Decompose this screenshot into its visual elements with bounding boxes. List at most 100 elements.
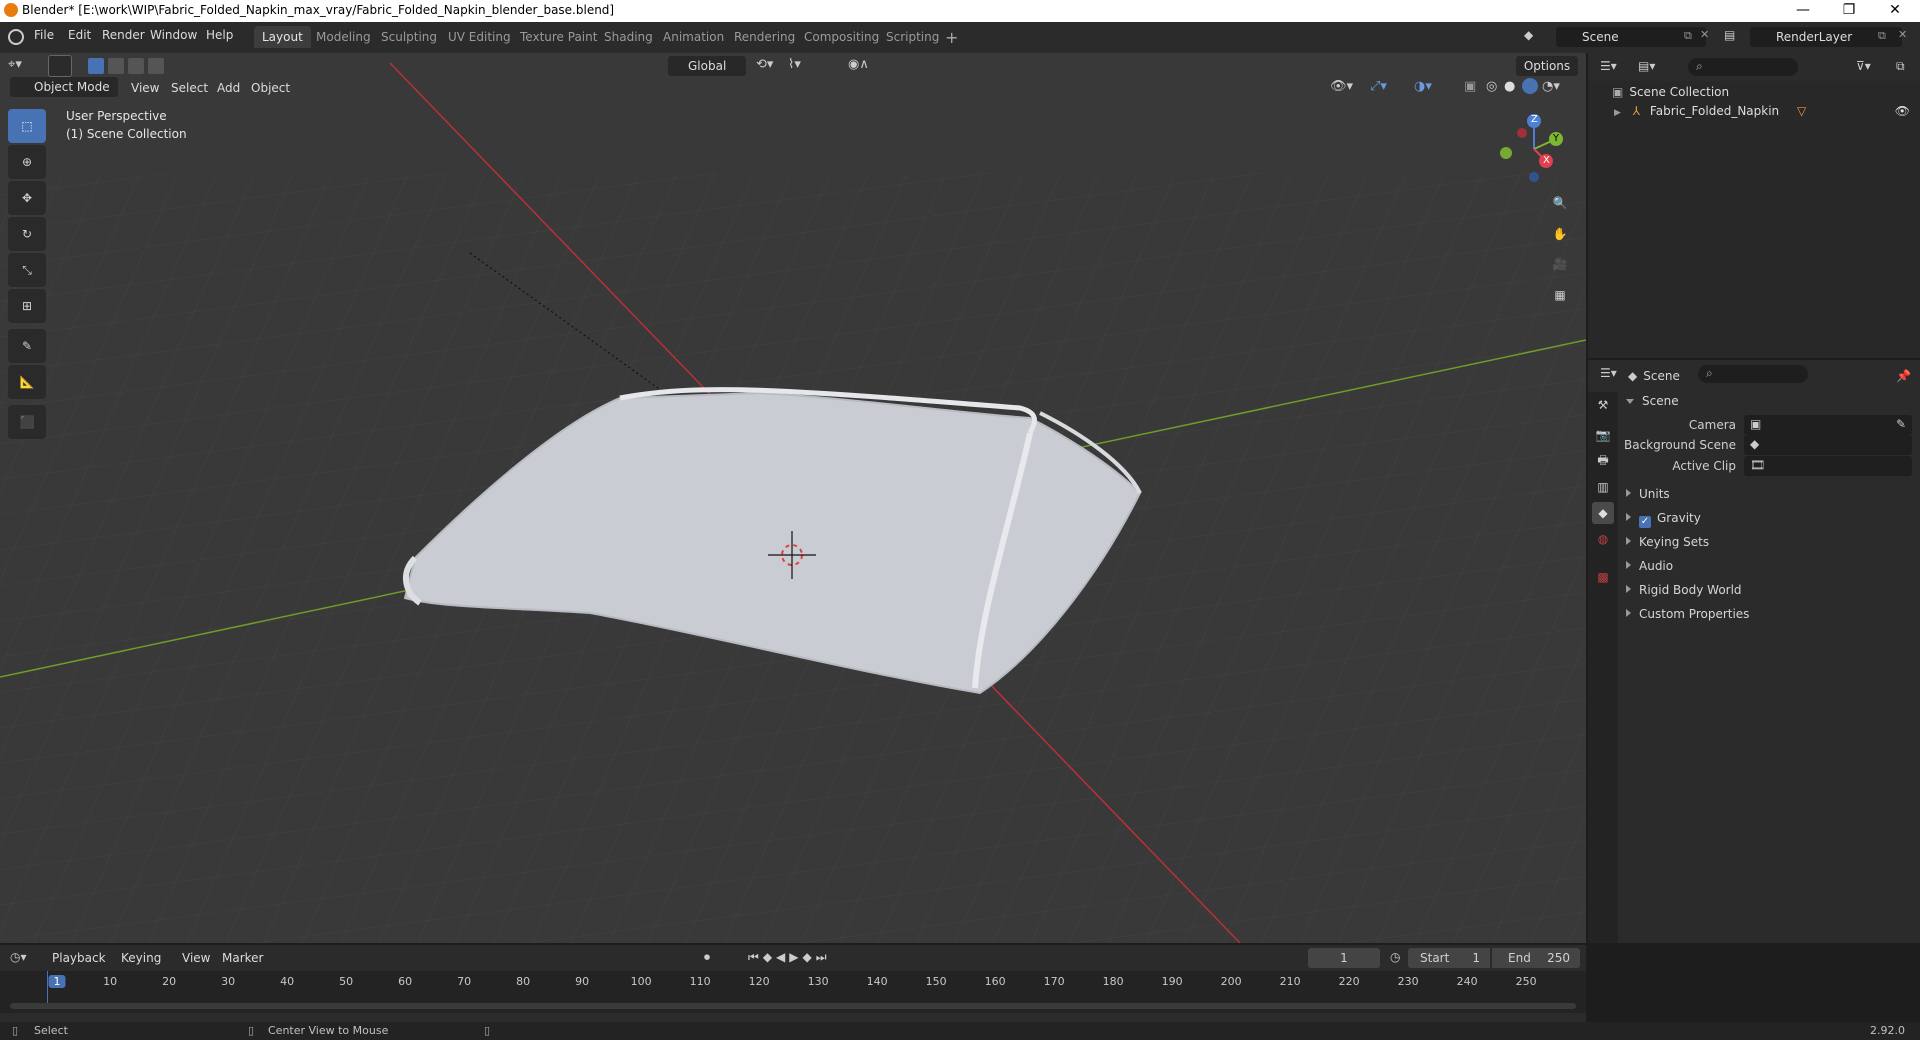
outliner-search-input[interactable]: ⌕ (1688, 58, 1798, 76)
proportional-edit-icon[interactable]: ◉∧ (848, 57, 869, 72)
tab-scripting[interactable]: Scripting (878, 26, 947, 48)
menu-timeline-view[interactable]: View (182, 951, 210, 965)
gravity-panel[interactable]: ✓ Gravity (1626, 511, 1701, 528)
gizmo-icon[interactable]: ⤢▾ (1370, 79, 1387, 94)
select-subtract-icon[interactable] (128, 58, 144, 74)
jump-start-icon[interactable]: ⏮ (748, 950, 763, 964)
display-mode-icon[interactable]: ▤▾ (1638, 59, 1655, 73)
annotate-tool-icon[interactable]: ✎ (8, 329, 46, 363)
mesh-data-icon[interactable]: ▽ (1797, 104, 1806, 118)
object-mode-dropdown[interactable]: Object Mode (10, 77, 118, 97)
audio-panel[interactable]: Audio (1626, 559, 1673, 573)
background-scene-field[interactable]: ◆ (1744, 435, 1912, 455)
rotate-tool-icon[interactable]: ↻ (8, 217, 46, 251)
scene-icon[interactable]: ◆ (1524, 28, 1544, 46)
jump-end-icon[interactable]: ⏭ (816, 950, 831, 964)
close-button[interactable]: ✕ (1872, 0, 1918, 22)
world-tab-icon[interactable]: ◍ (1592, 528, 1614, 550)
menu-add[interactable]: Add (217, 81, 240, 95)
blender-menu-icon[interactable] (8, 29, 24, 45)
outliner-item-napkin[interactable]: ▶ ⅄ Fabric_Folded_Napkin ▽ 👁 (1614, 104, 1910, 118)
select-box-tool-icon[interactable]: ⬚ (8, 109, 46, 143)
scene-collection-row[interactable]: ▣ Scene Collection (1612, 85, 1729, 99)
scene-panel-header[interactable]: Scene (1626, 394, 1679, 408)
menu-edit[interactable]: Edit (68, 28, 91, 42)
rendered-shading-icon[interactable]: ◔▾ (1542, 79, 1560, 94)
camera-field[interactable]: ▣ ✎ (1744, 415, 1912, 435)
menu-select[interactable]: Select (171, 81, 208, 95)
camera-view-icon[interactable]: 🎥 (1547, 251, 1573, 277)
menu-playback[interactable]: Playback (52, 951, 106, 965)
pin-icon[interactable]: 📌 (1896, 369, 1911, 383)
gizmo-neg-y-icon[interactable] (1500, 147, 1512, 159)
ortho-grid-icon[interactable]: ▦ (1547, 282, 1573, 308)
editor-type-icon[interactable]: ⌖▾ (8, 57, 36, 77)
expand-arrow-icon[interactable]: ▶ (1614, 108, 1621, 118)
options-dropdown[interactable]: Options (1516, 56, 1578, 76)
delete-view-layer-icon[interactable]: ✕ (1898, 28, 1907, 41)
tab-compositing[interactable]: Compositing (796, 26, 887, 48)
tab-texture-paint[interactable]: Texture Paint (512, 26, 605, 48)
menu-marker[interactable]: Marker (222, 951, 263, 965)
next-keyframe-icon[interactable]: ◆ (803, 950, 816, 964)
visibility-eye-icon[interactable]: 👁 (1895, 104, 1910, 118)
menu-help[interactable]: Help (206, 28, 233, 42)
prev-keyframe-icon[interactable]: ◆ (763, 950, 776, 964)
snap-icon[interactable]: ⌇▾ (788, 57, 801, 72)
new-scene-icon[interactable]: ⧉ (1684, 29, 1692, 43)
gizmo-neg-x-icon[interactable] (1517, 128, 1527, 138)
filter-icon[interactable]: ⊽▾ (1856, 59, 1871, 73)
record-icon[interactable]: ⏺ (704, 950, 710, 965)
properties-search-input[interactable]: ⌕ (1698, 365, 1808, 383)
timeline-scrollbar[interactable] (10, 1003, 1576, 1009)
active-clip-field[interactable]: 🎞 (1744, 456, 1912, 476)
transform-tool-icon[interactable]: ⊞ (8, 289, 46, 323)
minimize-button[interactable]: — (1780, 0, 1826, 22)
menu-keying[interactable]: Keying (121, 951, 161, 965)
properties-editor-type-icon[interactable]: ☰▾ (1600, 366, 1617, 380)
tab-shading[interactable]: Shading (596, 26, 661, 48)
new-view-layer-icon[interactable]: ⧉ (1878, 29, 1886, 43)
play-icon[interactable]: ▶ (789, 950, 802, 964)
menu-file[interactable]: File (34, 28, 54, 42)
tab-layout[interactable]: Layout (254, 26, 311, 48)
wireframe-shading-icon[interactable]: ◎ (1486, 79, 1497, 94)
delete-scene-icon[interactable]: ✕ (1700, 28, 1709, 41)
pivot-icon[interactable]: ⟲▾ (756, 57, 773, 72)
rigid-body-world-panel[interactable]: Rigid Body World (1626, 583, 1742, 597)
tab-rendering[interactable]: Rendering (726, 26, 803, 48)
gravity-checkbox[interactable]: ✓ (1639, 516, 1651, 528)
visibility-icon[interactable]: 👁▾ (1330, 79, 1353, 94)
gizmo-neg-z-icon[interactable] (1529, 172, 1539, 182)
play-reverse-icon[interactable]: ◀ (776, 950, 789, 964)
material-shading-icon[interactable] (1522, 78, 1538, 94)
menu-render[interactable]: Render (102, 28, 145, 42)
transform-orientation-dropdown[interactable]: Global (668, 56, 746, 76)
select-new-icon[interactable] (88, 58, 104, 74)
solid-shading-icon[interactable]: ● (1504, 79, 1515, 94)
keying-sets-panel[interactable]: Keying Sets (1626, 535, 1709, 549)
measure-tool-icon[interactable]: 📐 (8, 365, 46, 399)
xray-icon[interactable]: ▣ (1464, 79, 1476, 94)
add-cube-tool-icon[interactable]: ⬛ (8, 405, 46, 439)
select-tool-icon[interactable] (48, 55, 72, 77)
move-tool-icon[interactable]: ✥ (8, 181, 46, 215)
tab-animation[interactable]: Animation (655, 26, 732, 48)
scale-tool-icon[interactable]: ⤡ (8, 253, 46, 287)
cursor-tool-icon[interactable]: ⊕ (8, 145, 46, 179)
pan-hand-icon[interactable]: ✋ (1547, 221, 1573, 247)
new-collection-icon[interactable]: ⧉ (1896, 59, 1905, 74)
tool-tab-icon[interactable]: ⚒ (1592, 394, 1614, 416)
timeline-ruler[interactable]: 1 10 20 30 40 50 60 70 80 90 100 110 120 130 140 150 160… (0, 971, 1586, 1013)
menu-object[interactable]: Object (251, 81, 290, 95)
eyedropper-icon[interactable]: ✎ (1896, 417, 1906, 431)
tab-uv-editing[interactable]: UV Editing (440, 26, 519, 48)
3d-viewport[interactable]: ⌖▾ Global ⟲▾ ⌇▾ ◉∧ Options Object Mode V… (0, 53, 1586, 943)
select-extend-icon[interactable] (108, 58, 124, 74)
preview-range-icon[interactable]: ◷ (1390, 950, 1400, 964)
overlay-icon[interactable]: ◑▾ (1414, 79, 1432, 94)
select-invert-icon[interactable] (148, 58, 164, 74)
tab-sculpting[interactable]: Sculpting (373, 26, 445, 48)
zoom-icon[interactable]: 🔍 (1547, 190, 1573, 216)
outliner-editor-type-icon[interactable]: ☰▾ (1600, 59, 1617, 73)
